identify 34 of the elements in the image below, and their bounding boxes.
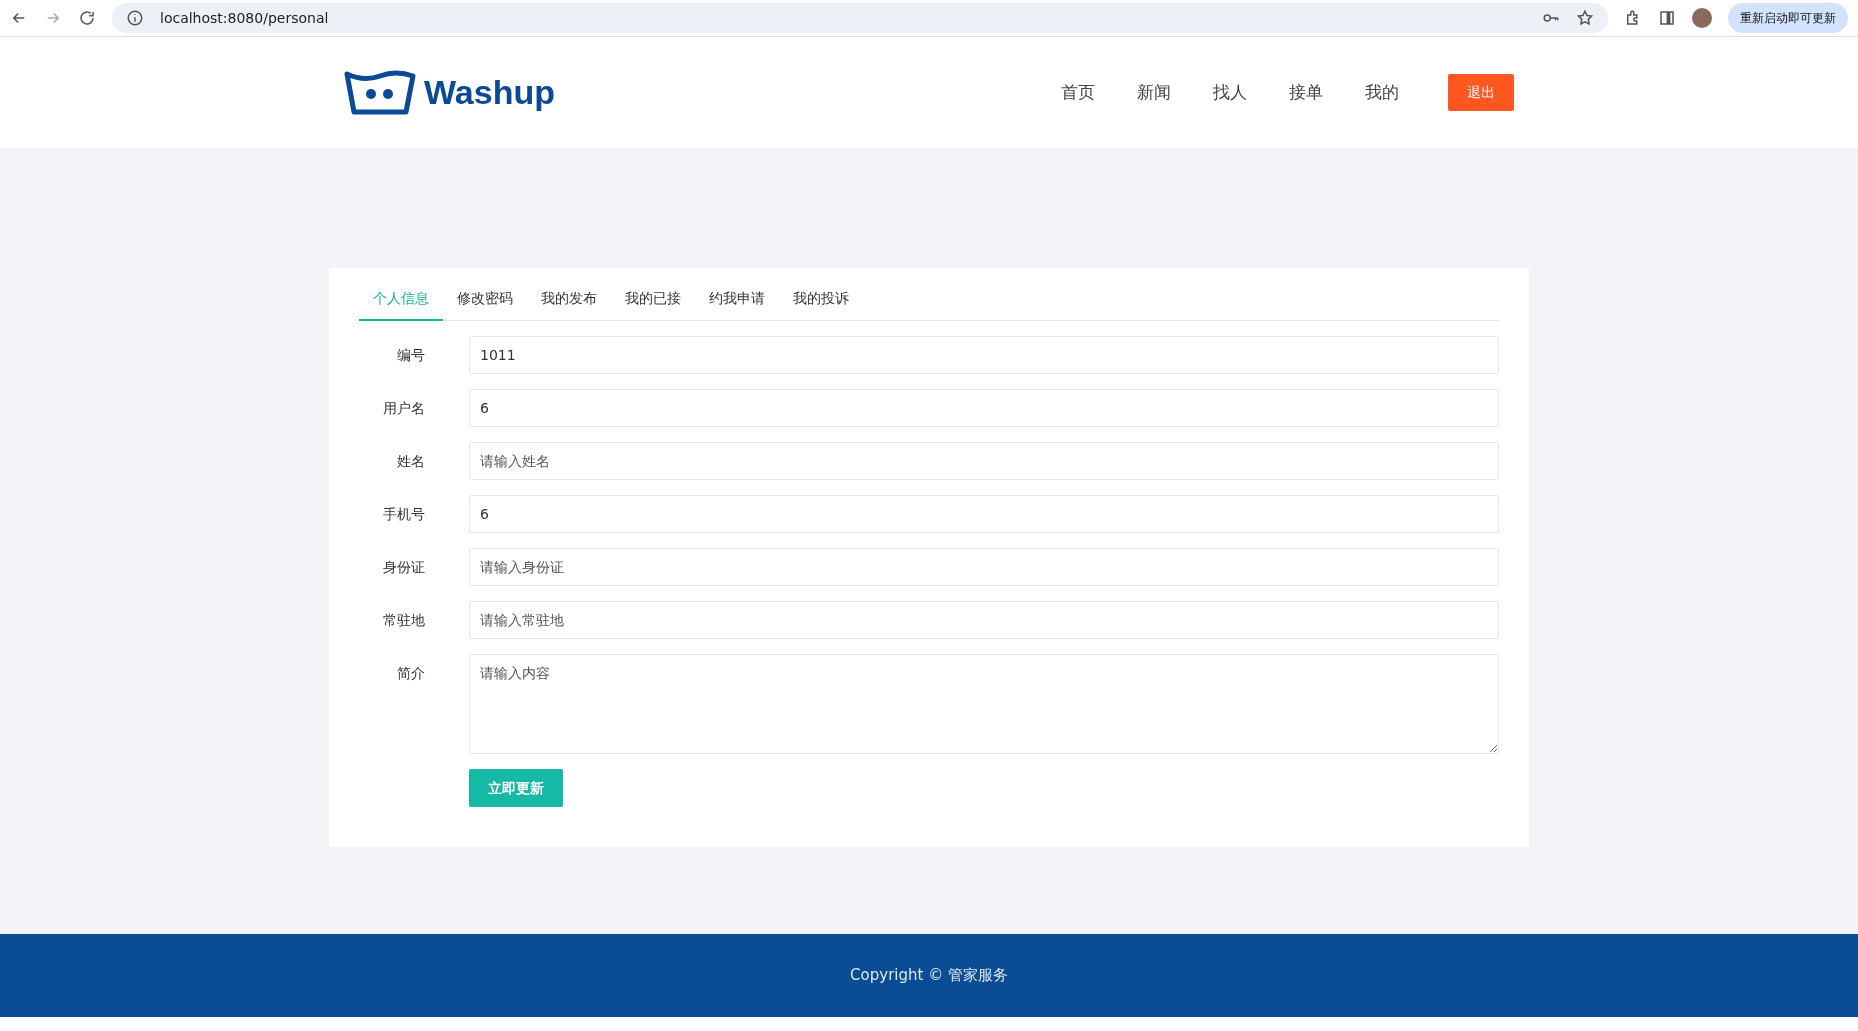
input-field[interactable]: 6 — [469, 389, 1499, 427]
copyright-text: Copyright © 管家服务 — [850, 965, 1008, 987]
washtub-logo-icon — [344, 69, 416, 116]
field-label: 身份证 — [382, 558, 425, 577]
avatar[interactable] — [1692, 8, 1712, 28]
star-icon[interactable] — [1576, 9, 1594, 27]
reload-icon[interactable] — [78, 9, 96, 27]
text-area[interactable]: 请输入内容 — [469, 654, 1499, 754]
field-label: 常驻地 — [382, 611, 425, 630]
field-label: 编号 — [396, 346, 425, 365]
tab[interactable]: 我的已接 — [611, 280, 695, 321]
input-field[interactable]: 1011 — [469, 336, 1499, 374]
input-field[interactable]: 请输入常驻地 — [469, 601, 1499, 639]
tab[interactable]: 我的发布 — [527, 280, 611, 321]
logo-text: Washup — [424, 72, 555, 113]
field-label: 手机号 — [382, 505, 425, 524]
field-label: 简介 — [396, 664, 425, 683]
tab[interactable]: 修改密码 — [443, 280, 527, 321]
nav-link[interactable]: 新闻 — [1116, 79, 1192, 106]
update-button[interactable]: 重新启动即可更新 — [1728, 3, 1848, 33]
nav-link[interactable]: 接单 — [1268, 79, 1344, 106]
tab[interactable]: 约我申请 — [695, 280, 779, 321]
input-field[interactable]: 请输入姓名 — [469, 442, 1499, 480]
input-field[interactable]: 6 — [469, 495, 1499, 533]
nav-link[interactable]: 首页 — [1040, 79, 1116, 106]
input-field[interactable]: 请输入身份证 — [469, 548, 1499, 586]
nav-link[interactable]: 找人 — [1192, 79, 1268, 106]
tab[interactable]: 我的投诉 — [779, 280, 863, 321]
nav-link[interactable]: 我的 — [1344, 79, 1420, 106]
field-label: 用户名 — [382, 399, 425, 418]
info-icon[interactable] — [126, 9, 144, 27]
field-label: 姓名 — [396, 452, 425, 471]
url-text[interactable]: localhost:8080/personal — [160, 7, 329, 29]
sidebar-icon[interactable] — [1658, 9, 1676, 27]
